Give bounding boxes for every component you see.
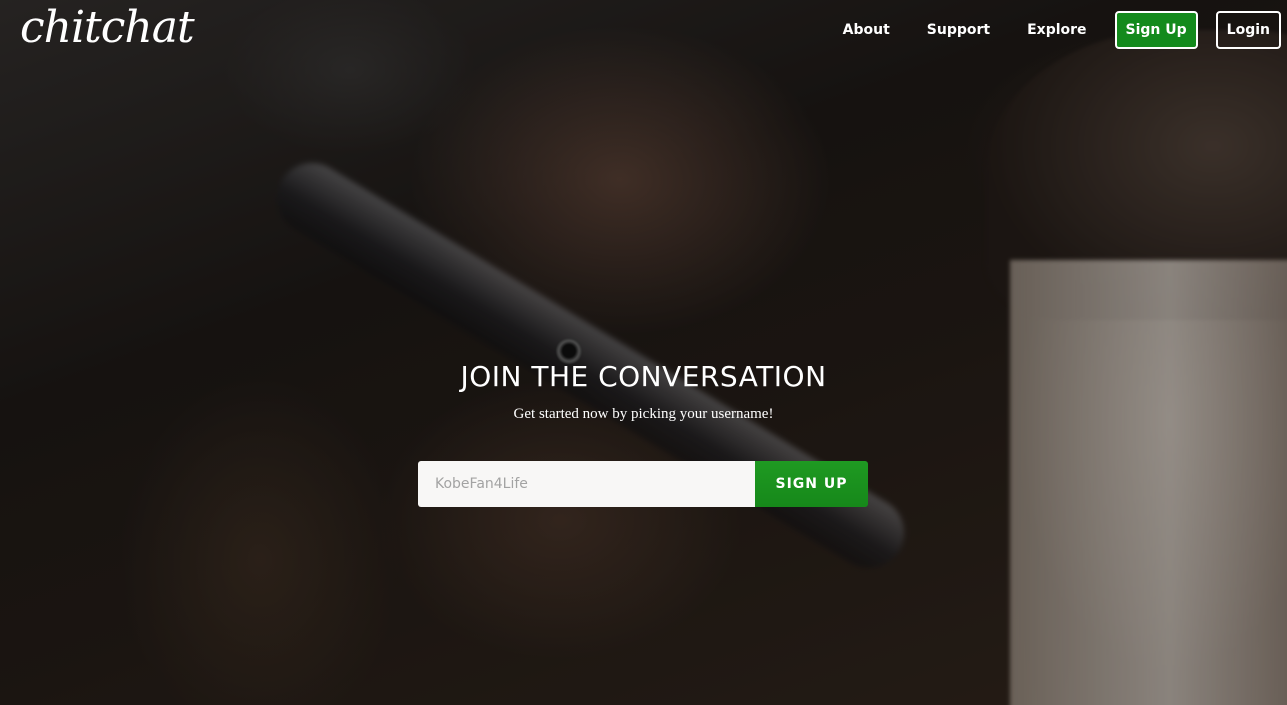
hero-signup-button[interactable]: SIGN UP <box>755 461 868 507</box>
top-nav: About Support Explore Sign Up Login <box>843 11 1281 49</box>
hero-headline: JOIN THE CONVERSATION <box>460 360 827 393</box>
nav-link-support[interactable]: Support <box>927 22 990 38</box>
nav-link-explore[interactable]: Explore <box>1027 22 1086 38</box>
dark-overlay <box>0 0 1287 705</box>
hero-subheadline: Get started now by picking your username… <box>513 406 774 422</box>
username-signup-form: SIGN UP <box>418 461 868 507</box>
nav-link-about[interactable]: About <box>843 22 890 38</box>
username-input[interactable] <box>418 461 755 507</box>
nav-login-button[interactable]: Login <box>1215 11 1281 49</box>
hero-background: chitchat About Support Explore Sign Up L… <box>0 0 1287 705</box>
nav-signup-button[interactable]: Sign Up <box>1114 11 1198 49</box>
chitchat-logo[interactable]: chitchat <box>20 2 195 53</box>
